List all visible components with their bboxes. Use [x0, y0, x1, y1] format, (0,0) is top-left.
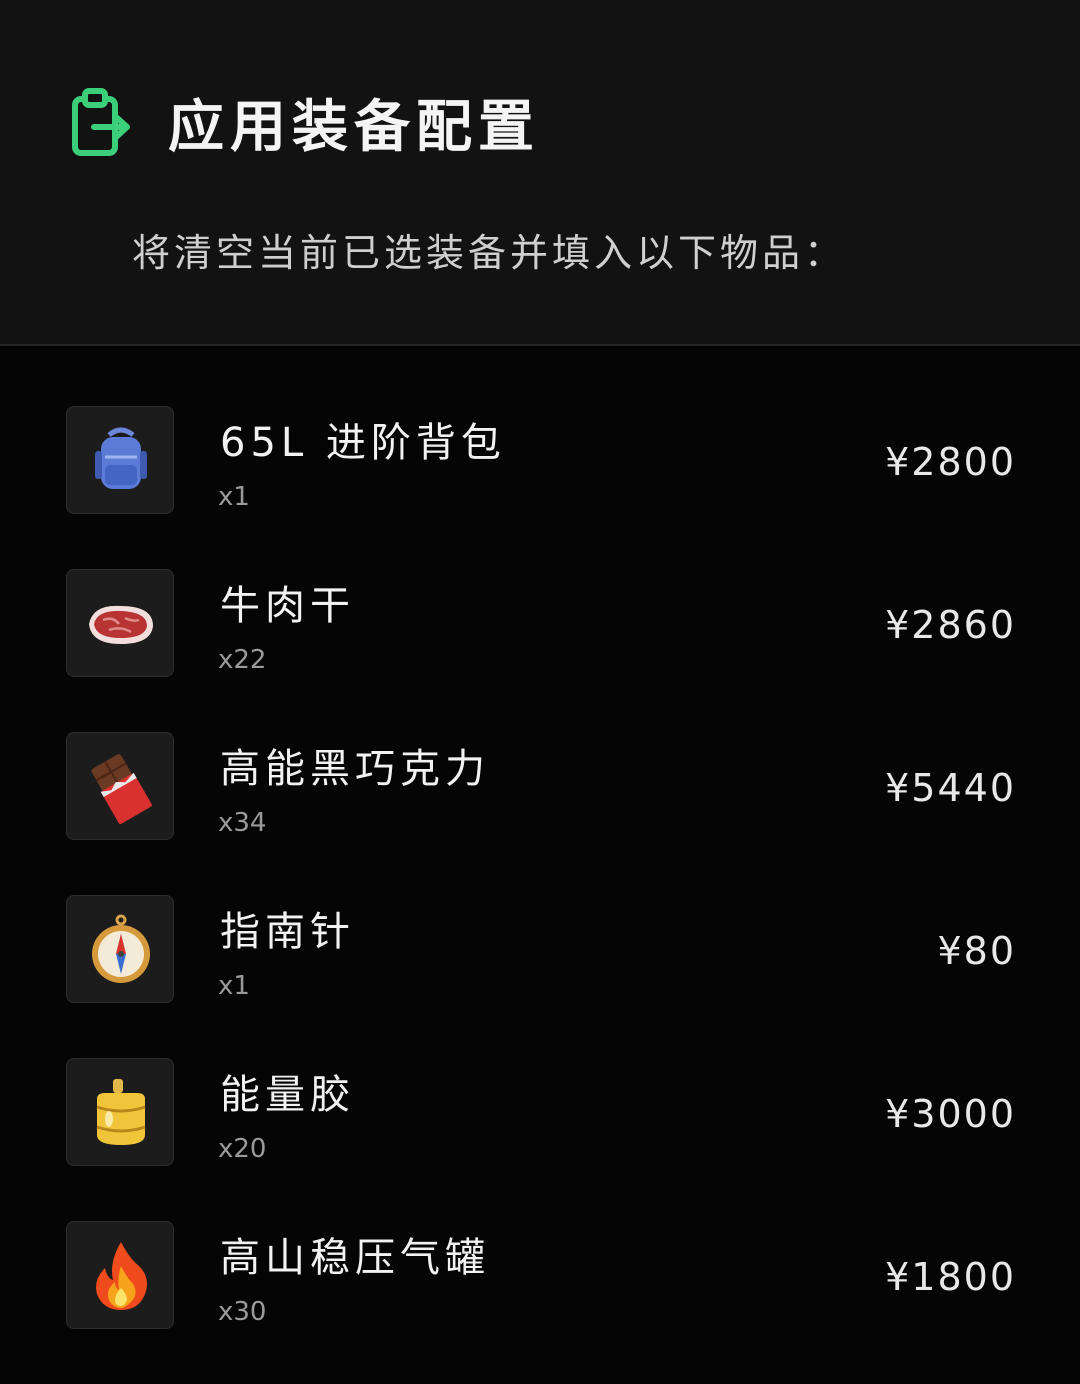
- item-quantity: x30: [218, 1297, 267, 1327]
- item-thumbnail: [66, 895, 174, 1003]
- clipboard-export-icon: [72, 87, 130, 156]
- item-price: ¥3000: [885, 1092, 1016, 1136]
- compass-icon: [92, 914, 150, 983]
- item-thumbnail: [66, 1221, 174, 1329]
- backpack-icon: [95, 427, 147, 489]
- dialog-title: 应用装备配置: [168, 95, 540, 160]
- item-price: ¥2860: [885, 603, 1016, 647]
- dialog-header: 应用装备配置 将清空当前已选装备并填入以下物品：: [0, 0, 1080, 344]
- item-thumbnail: [66, 406, 174, 514]
- energy-gel-icon: [96, 1079, 146, 1145]
- fire-icon: [96, 1242, 147, 1310]
- item-quantity: x1: [218, 482, 250, 512]
- item-price: ¥5440: [885, 766, 1016, 810]
- list-item: 牛肉干 x22 ¥2860: [0, 569, 1080, 732]
- item-name: 能量胶: [220, 1072, 355, 1118]
- item-thumbnail: [66, 569, 174, 677]
- item-price: ¥1800: [885, 1255, 1016, 1299]
- divider: [0, 344, 1080, 346]
- dialog-title-row: 应用装备配置: [70, 82, 540, 163]
- list-item: 指南针 x1 ¥80: [0, 895, 1080, 1058]
- dialog-subtitle: 将清空当前已选装备并填入以下物品：: [132, 231, 847, 275]
- chocolate-bar-icon: [91, 754, 152, 824]
- list-item: 65L 进阶背包 x1 ¥2800: [0, 406, 1080, 569]
- item-quantity: x20: [218, 1134, 267, 1164]
- item-price: ¥80: [937, 929, 1016, 973]
- item-thumbnail: [66, 1058, 174, 1166]
- item-name: 指南针: [220, 909, 355, 955]
- item-name: 高山稳压气罐: [220, 1235, 490, 1281]
- item-list: 65L 进阶背包 x1 ¥2800 牛肉干 x22 ¥2860 高能黑巧克力 x…: [0, 406, 1080, 1384]
- item-thumbnail: [66, 732, 174, 840]
- item-name: 65L 进阶背包: [220, 420, 506, 466]
- list-item: 高能黑巧克力 x34 ¥5440: [0, 732, 1080, 895]
- item-quantity: x34: [218, 808, 267, 838]
- item-quantity: x22: [218, 645, 267, 675]
- item-name: 牛肉干: [220, 583, 355, 629]
- list-item: 高山稳压气罐 x30 ¥1800: [0, 1221, 1080, 1384]
- item-quantity: x1: [218, 971, 250, 1001]
- list-item: 能量胶 x20 ¥3000: [0, 1058, 1080, 1221]
- item-price: ¥2800: [885, 440, 1016, 484]
- item-name: 高能黑巧克力: [220, 746, 490, 792]
- beef-jerky-icon: [89, 605, 153, 644]
